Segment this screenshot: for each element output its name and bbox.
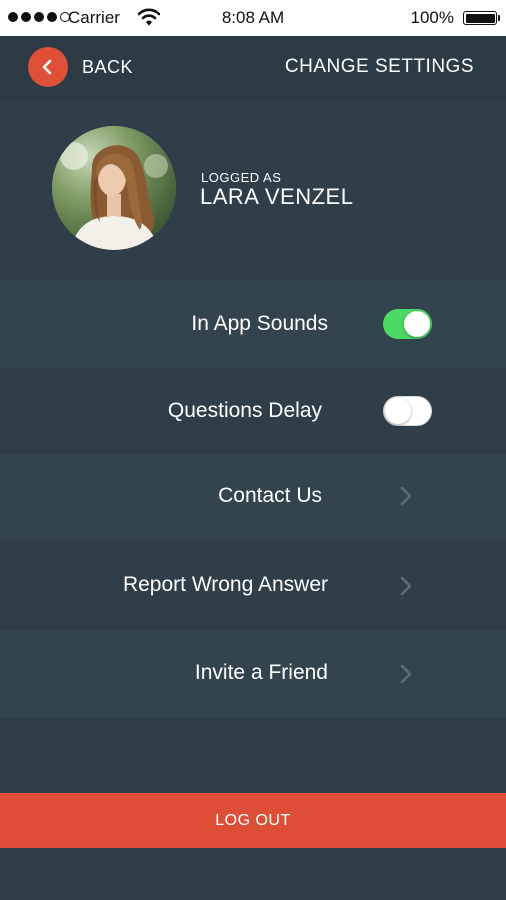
logout-label: LOG OUT [215, 812, 291, 829]
contact-us-label: Contact Us [218, 484, 322, 507]
invite-friend-label: Invite a Friend [194, 661, 328, 684]
back-button[interactable] [28, 47, 68, 87]
battery-percentage: 100% [410, 8, 454, 27]
user-name: LARA VENZEL [200, 184, 354, 209]
chevron-right-icon [400, 576, 412, 596]
back-label[interactable]: BACK [82, 57, 133, 78]
in-app-sounds-toggle[interactable] [383, 309, 432, 339]
user-photo [52, 126, 176, 250]
setting-row-invite-friend[interactable]: Invite a Friend [0, 630, 506, 718]
report-wrong-answer-label: Report Wrong Answer [122, 573, 328, 596]
status-bar: Carrier 8:08 AM 100% [0, 0, 506, 36]
battery-icon [463, 11, 500, 25]
logged-as-label: LOGGED AS [201, 170, 282, 185]
avatar [52, 126, 176, 250]
setting-row-report-wrong-answer[interactable]: Report Wrong Answer [0, 540, 506, 630]
setting-row-questions-delay[interactable]: Questions Delay [0, 367, 506, 454]
chevron-right-icon [400, 486, 412, 506]
profile-section: LOGGED AS LARA VENZEL [0, 102, 506, 280]
chevron-left-icon [42, 59, 52, 75]
questions-delay-label: Questions Delay [167, 399, 322, 422]
in-app-sounds-label: In App Sounds [191, 312, 328, 335]
logout-button[interactable]: LOG OUT [0, 793, 506, 848]
change-settings-title[interactable]: CHANGE SETTINGS [285, 56, 474, 78]
questions-delay-toggle[interactable] [383, 396, 432, 426]
chevron-right-icon [400, 664, 412, 684]
setting-row-contact-us[interactable]: Contact Us [0, 454, 506, 540]
settings-screen: Carrier 8:08 AM 100% BACK CHANGE SETTING… [0, 0, 506, 900]
setting-row-in-app-sounds[interactable]: In App Sounds [0, 280, 506, 367]
navigation-header: BACK CHANGE SETTINGS [0, 36, 506, 102]
